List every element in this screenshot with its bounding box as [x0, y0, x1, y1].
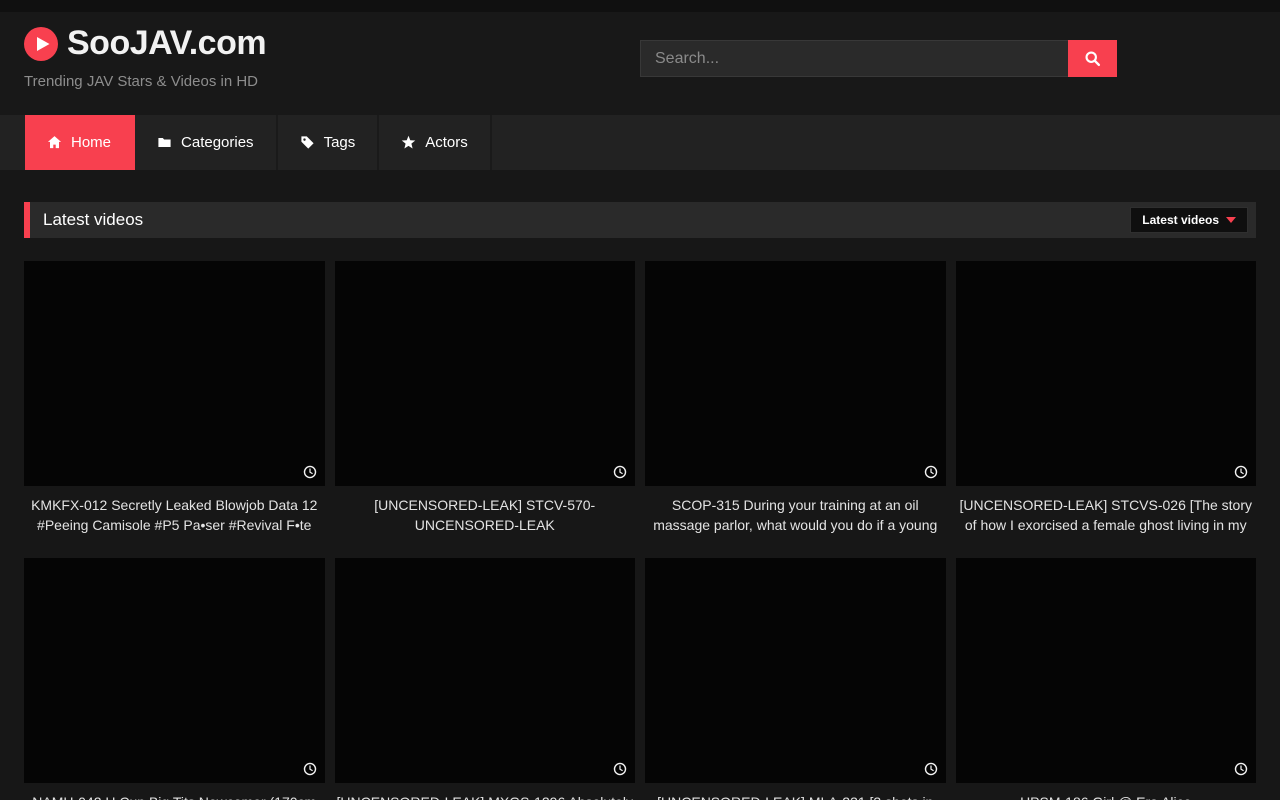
video-thumbnail[interactable]	[956, 558, 1257, 783]
clock-icon	[303, 762, 317, 776]
video-title[interactable]: [UNCENSORED-LEAK] STCVS-026 [The story o…	[958, 495, 1255, 535]
video-card[interactable]: SCOP-315 During your training at an oil …	[645, 261, 946, 535]
home-icon	[47, 135, 62, 150]
nav-item-tags[interactable]: Tags	[278, 115, 380, 170]
clock-icon	[1234, 762, 1248, 776]
main-nav: Home Categories Tags Actors	[0, 115, 1280, 170]
clock-icon	[613, 762, 627, 776]
caret-down-icon	[1226, 217, 1236, 223]
clock-icon	[613, 465, 627, 479]
video-title[interactable]: SCOP-315 During your training at an oil …	[647, 495, 944, 535]
tag-icon	[300, 135, 315, 150]
section-header: Latest videos Latest videos	[24, 202, 1256, 238]
video-thumbnail[interactable]	[645, 261, 946, 486]
main-content: Latest videos Latest videos KMKFX-012 Se…	[0, 202, 1280, 800]
video-thumbnail[interactable]	[335, 558, 636, 783]
nav-list: Home Categories Tags Actors	[25, 115, 492, 170]
video-card[interactable]: KMKFX-012 Secretly Leaked Blowjob Data 1…	[24, 261, 325, 535]
brand-tagline: Trending JAV Stars & Videos in HD	[24, 73, 258, 90]
video-card[interactable]: [UNCENSORED-LEAK] STCV-570-UNCENSORED-LE…	[335, 261, 636, 535]
video-card[interactable]: [UNCENSORED-LEAK] STCVS-026 [The story o…	[956, 261, 1257, 535]
video-card[interactable]: HPSM-186 Girl @ Era Alice	[956, 558, 1257, 800]
video-card[interactable]: NAMH-042 H Cup Big Tits Newcomer (170cm …	[24, 558, 325, 800]
video-grid: KMKFX-012 Secretly Leaked Blowjob Data 1…	[24, 261, 1256, 800]
video-thumbnail[interactable]	[24, 558, 325, 783]
video-title[interactable]: KMKFX-012 Secretly Leaked Blowjob Data 1…	[26, 495, 323, 535]
video-thumbnail[interactable]	[335, 261, 636, 486]
magnifier-icon	[1084, 50, 1101, 67]
video-title[interactable]: [UNCENSORED-LEAK] MXGS-1296 Absolutely	[337, 792, 634, 800]
video-card[interactable]: [UNCENSORED-LEAK] MLA-231 [3 shots in	[645, 558, 946, 800]
video-card[interactable]: [UNCENSORED-LEAK] MXGS-1296 Absolutely	[335, 558, 636, 800]
play-icon	[24, 27, 58, 61]
video-title[interactable]: HPSM-186 Girl @ Era Alice	[958, 792, 1255, 800]
video-title[interactable]: [UNCENSORED-LEAK] MLA-231 [3 shots in	[647, 792, 944, 800]
search-bar	[640, 40, 1117, 77]
clock-icon	[303, 465, 317, 479]
sort-dropdown-label: Latest videos	[1142, 213, 1219, 227]
star-icon	[401, 135, 416, 150]
top-strip	[0, 0, 1280, 12]
clock-icon	[924, 465, 938, 479]
site-header: SooJAV.com Trending JAV Stars & Videos i…	[0, 12, 1280, 115]
video-thumbnail[interactable]	[24, 261, 325, 486]
search-input[interactable]	[640, 40, 1068, 77]
folder-icon	[157, 135, 172, 150]
nav-item-home[interactable]: Home	[25, 115, 135, 170]
search-button[interactable]	[1068, 40, 1117, 77]
sort-dropdown-button[interactable]: Latest videos	[1130, 207, 1248, 233]
clock-icon	[924, 762, 938, 776]
brand-name: SooJAV.com	[67, 24, 266, 63]
video-thumbnail[interactable]	[645, 558, 946, 783]
video-thumbnail[interactable]	[956, 261, 1257, 486]
nav-item-categories[interactable]: Categories	[135, 115, 278, 170]
section-title: Latest videos	[43, 210, 143, 230]
nav-item-actors[interactable]: Actors	[379, 115, 492, 170]
video-title[interactable]: NAMH-042 H Cup Big Tits Newcomer (170cm …	[26, 792, 323, 800]
clock-icon	[1234, 465, 1248, 479]
site-logo[interactable]: SooJAV.com	[24, 24, 266, 63]
video-title[interactable]: [UNCENSORED-LEAK] STCV-570-UNCENSORED-LE…	[337, 495, 634, 535]
